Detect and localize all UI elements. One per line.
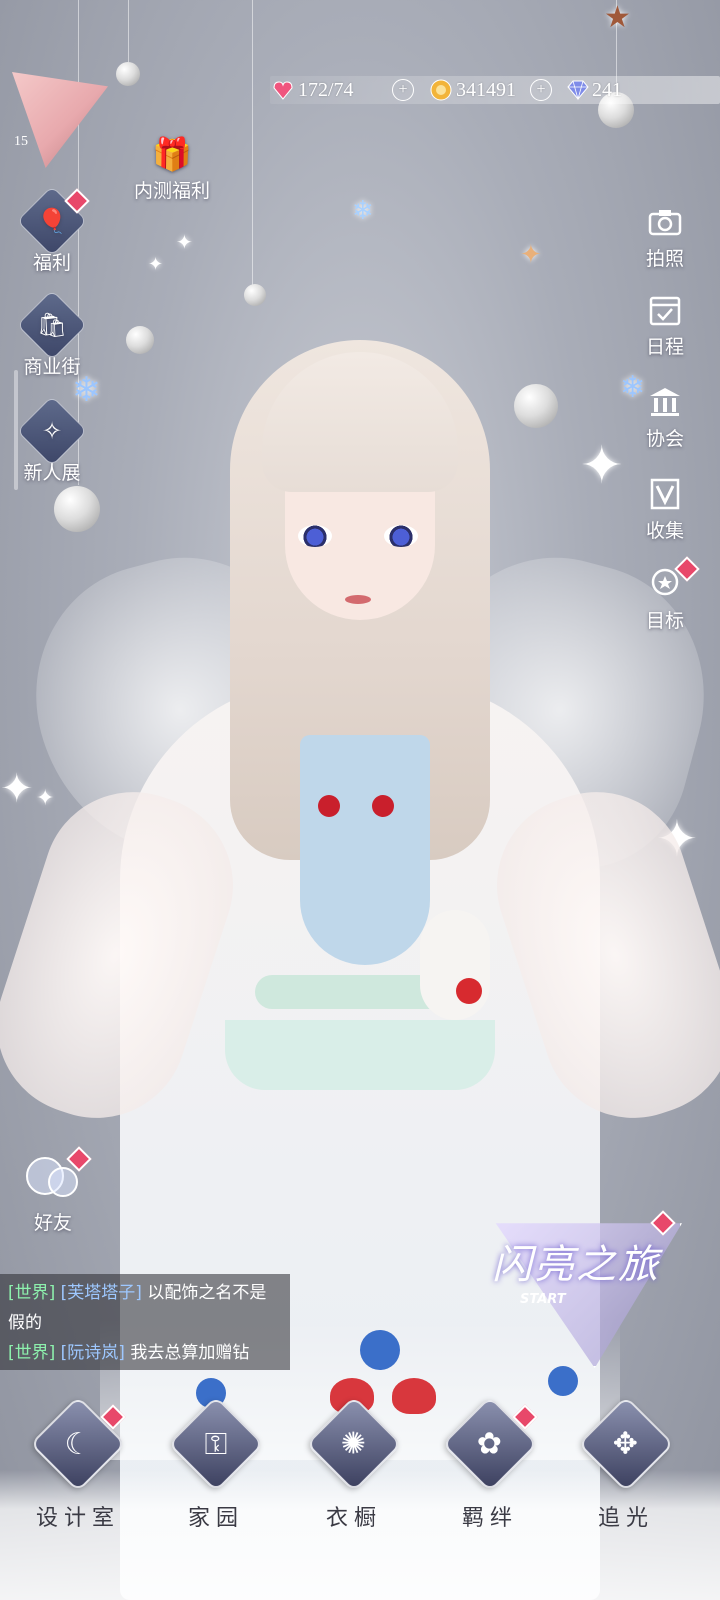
chat-text: 我去总算加赠钻 (130, 1343, 250, 1363)
goal-button[interactable]: 目标 (640, 556, 700, 633)
goal-label: 目标 (645, 610, 684, 632)
chat-message: [世界] [芙塔塔子] 以配饰之名不是假的 (8, 1278, 282, 1338)
key-icon: ⚿ (167, 1395, 265, 1493)
chat-channel: [世界] (8, 1343, 56, 1363)
event-title: 闪亮之旅 (492, 1242, 660, 1288)
stamina-counter: 172/74 (272, 76, 354, 104)
event-subtitle: START (520, 1292, 566, 1307)
association-button[interactable]: 协会 (640, 382, 690, 451)
schedule-label: 日程 (645, 336, 684, 358)
stamina-value: 172/74 (298, 78, 354, 101)
chat-sender[interactable]: [芙塔塔子] (61, 1283, 142, 1303)
nav-wardrobe[interactable]: ✺ 衣橱 (294, 1395, 414, 1532)
friends-button[interactable]: 好友 (22, 1146, 92, 1235)
plus-icon: + (392, 79, 414, 101)
chat-sender[interactable]: [阮诗岚] (61, 1343, 125, 1363)
photo-button[interactable]: 拍照 (640, 202, 690, 271)
plus-icon: + (530, 79, 552, 101)
v-shield-icon (645, 474, 685, 514)
nav-home[interactable]: ⚿ 家园 (156, 1395, 276, 1532)
gift-box-icon: 🎁 (152, 135, 192, 173)
welfare-button[interactable]: 🎈 福利 (16, 185, 90, 275)
butterfly-icon: ✥ (577, 1395, 675, 1493)
newbie-exhibit-button[interactable]: ✧ 新人展 (16, 395, 88, 485)
nav-design-room-label: 设计室 (35, 1505, 120, 1530)
heart-gem-icon (272, 79, 294, 101)
diamond-value: 241 (592, 78, 622, 101)
collection-label: 收集 (645, 520, 684, 542)
player-level: 15 (14, 134, 28, 149)
diamond-counter: 241 (566, 76, 622, 104)
shopping-bag-icon: 🛍 (16, 289, 88, 361)
nav-bonds[interactable]: ✿ 羁绊 (430, 1395, 550, 1532)
nav-chase-light-label: 追光 (597, 1505, 654, 1530)
nav-bonds-label: 羁绊 (461, 1505, 518, 1530)
nav-home-label: 家园 (187, 1505, 244, 1530)
coin-counter: 341491 (430, 76, 516, 104)
chat-channel: [世界] (8, 1283, 56, 1303)
stamina-add-button[interactable]: + (392, 76, 414, 104)
nav-chase-light[interactable]: ✥ 追光 (566, 1395, 686, 1532)
schedule-button[interactable]: 日程 (640, 290, 690, 359)
building-icon (645, 382, 685, 422)
calendar-check-icon (645, 290, 685, 330)
nav-design-room[interactable]: ☾ 设计室 (18, 1395, 138, 1532)
coin-value: 341491 (456, 78, 516, 101)
chat-message: [世界] [阮诗岚] 我去总算加赠钻 (8, 1338, 282, 1368)
collection-button[interactable]: 收集 (640, 474, 690, 543)
association-label: 协会 (645, 428, 684, 450)
gem-flower-icon: ✺ (305, 1395, 403, 1493)
avatar-portrait (12, 72, 108, 168)
photo-label: 拍照 (645, 248, 684, 270)
beta-benefit-label: 内测福利 (134, 180, 211, 202)
gold-coin-icon (430, 79, 452, 101)
camera-icon (645, 202, 685, 242)
nav-wardrobe-label: 衣橱 (325, 1505, 382, 1530)
shop-street-button[interactable]: 🛍 商业街 (16, 289, 88, 379)
left-menu-scrollbar[interactable] (14, 370, 18, 490)
crown-v-icon: ✧ (16, 395, 88, 467)
player-avatar[interactable] (12, 72, 108, 168)
diamond-icon (566, 79, 589, 101)
friends-label: 好友 (33, 1212, 72, 1234)
world-chat-panel[interactable]: [世界] [芙塔塔子] 以配饰之名不是假的 [世界] [阮诗岚] 我去总算加赠钻 (0, 1274, 290, 1370)
coin-add-button[interactable]: + (530, 76, 552, 104)
beta-benefit-button[interactable]: 🎁 内测福利 (134, 134, 210, 203)
